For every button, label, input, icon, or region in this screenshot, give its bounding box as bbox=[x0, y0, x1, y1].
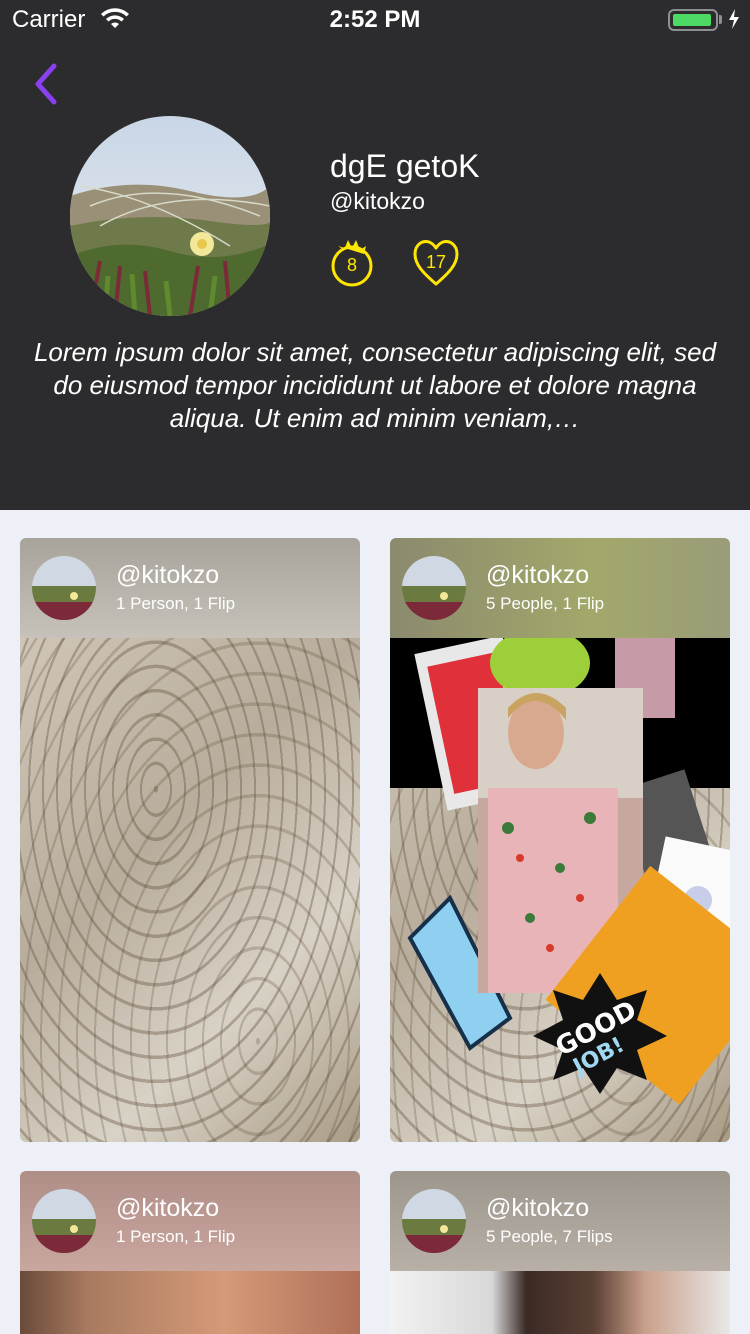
card-media-collage: GOOD JOB! bbox=[390, 638, 730, 1142]
flip-card[interactable]: @kitokzo 1 Person, 1 Flip bbox=[20, 1171, 360, 1334]
card-avatar bbox=[32, 1189, 96, 1253]
card-header: @kitokzo 5 People, 1 Flip bbox=[390, 538, 730, 638]
profile-avatar bbox=[70, 116, 270, 316]
card-header: @kitokzo 1 Person, 1 Flip bbox=[20, 538, 360, 638]
card-meta: 5 People, 1 Flip bbox=[486, 594, 605, 613]
back-chevron-icon bbox=[35, 63, 57, 105]
card-avatar bbox=[402, 1189, 466, 1253]
card-meta: 5 People, 7 Flips bbox=[486, 1227, 613, 1246]
card-handle: @kitokzo bbox=[116, 561, 220, 589]
card-meta: 1 Person, 1 Flip bbox=[116, 594, 236, 613]
battery-icon bbox=[668, 9, 718, 31]
card-handle: @kitokzo bbox=[116, 1194, 220, 1222]
sun-badge-count: 8 bbox=[346, 255, 357, 275]
profile-name: dgE getoK bbox=[330, 148, 480, 184]
card-media-image bbox=[390, 1271, 730, 1334]
heart-badge[interactable]: 17 bbox=[412, 236, 460, 290]
status-bar: Carrier 2:52 PM bbox=[0, 0, 750, 40]
card-media-image bbox=[20, 1271, 360, 1334]
flip-card[interactable]: @kitokzo 5 People, 1 Flip GOOD JOB! bbox=[390, 538, 730, 1142]
profile-handle: @kitokzo bbox=[330, 188, 425, 214]
status-time: 2:52 PM bbox=[329, 6, 421, 33]
card-avatar bbox=[402, 556, 466, 620]
battery-nub bbox=[719, 15, 722, 24]
card-header: @kitokzo 5 People, 7 Flips bbox=[390, 1171, 730, 1271]
profile-bio: Lorem ipsum dolor sit amet, consectetur … bbox=[33, 337, 717, 433]
card-avatar bbox=[32, 556, 96, 620]
sun-badge[interactable]: 8 bbox=[328, 236, 376, 290]
card-meta: 1 Person, 1 Flip bbox=[116, 1227, 236, 1246]
card-media-image bbox=[20, 638, 360, 1142]
heart-badge-count: 17 bbox=[425, 252, 447, 272]
flip-card[interactable]: @kitokzo 5 People, 7 Flips bbox=[390, 1171, 730, 1334]
profile-header: Carrier 2:52 PM dgE getoK @kitokzo 8 17 … bbox=[0, 0, 750, 510]
card-handle: @kitokzo bbox=[486, 1194, 590, 1222]
card-handle: @kitokzo bbox=[486, 561, 590, 589]
back-button[interactable] bbox=[28, 60, 68, 108]
charging-icon bbox=[729, 9, 739, 29]
flip-card[interactable]: @kitokzo 1 Person, 1 Flip bbox=[20, 538, 360, 1142]
card-header: @kitokzo 1 Person, 1 Flip bbox=[20, 1171, 360, 1271]
